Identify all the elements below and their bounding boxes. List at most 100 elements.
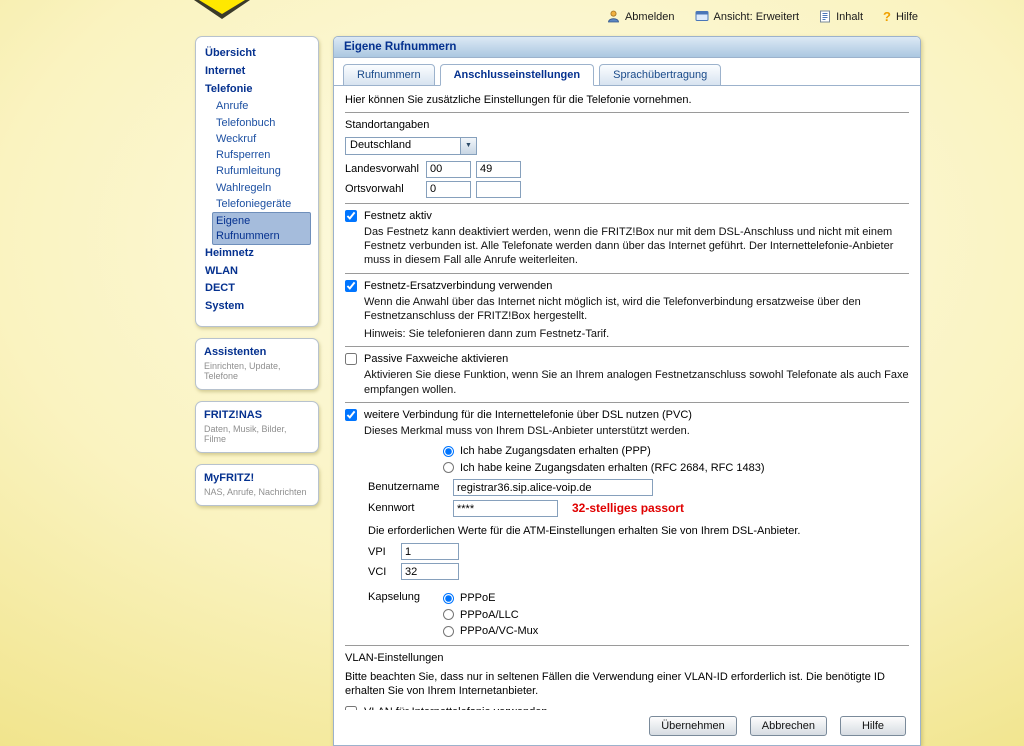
country-select-value: Deutschland (346, 138, 460, 152)
help-label: Hilfe (896, 11, 918, 23)
access-rfc-row: Ich habe keine Zugangsdaten erhalten (RF… (443, 461, 909, 475)
content-link[interactable]: Inhalt (819, 10, 863, 23)
kapselung-pppoa-llc-radio[interactable] (443, 609, 454, 620)
atm-info-text: Die erforderlichen Werte für die ATM-Ein… (368, 524, 909, 538)
tab-sprachuebertragung[interactable]: Sprachübertragung (599, 64, 721, 86)
kennwort-row: Kennwort 32-stelliges passort (368, 500, 909, 517)
sidebar-item-weckruf[interactable]: Weckruf (203, 131, 311, 147)
sidebar-item-telefoniegeraete[interactable]: Telefoniegeräte (203, 196, 311, 212)
tab-rufnummern[interactable]: Rufnummern (343, 64, 435, 86)
help-link[interactable]: ? Hilfe (883, 10, 918, 23)
main-panel: Eigene Rufnummern Rufnummern Anschlussei… (333, 36, 921, 746)
intro-text: Hier können Sie zusätzliche Einstellunge… (345, 93, 909, 107)
ersatzverbindung-checkbox[interactable] (345, 280, 357, 292)
vpi-input[interactable] (401, 543, 459, 560)
kapselung-row: Kapselung PPPoE PPPoA/LLC PPPoA/VC-Mux (368, 589, 909, 640)
kapselung-pppoa-vcmux-row: PPPoA/VC-Mux (443, 624, 538, 638)
sidebar-item-dect[interactable]: DECT (203, 280, 311, 298)
faxweiche-label: Passive Faxweiche aktivieren (364, 352, 508, 366)
access-ppp-radio[interactable] (443, 446, 454, 457)
vlan-description: Bitte beachten Sie, dass nur in seltenen… (345, 670, 909, 699)
page-layout: Übersicht Internet Telefonie Anrufe Tele… (195, 36, 921, 746)
benutzername-input[interactable] (453, 479, 653, 496)
faxweiche-row: Passive Faxweiche aktivieren (345, 352, 909, 366)
tab-bar: Rufnummern Anschlusseinstellungen Sprach… (334, 58, 920, 86)
ortsvorwahl-input[interactable] (476, 181, 521, 198)
access-rfc-radio[interactable] (443, 462, 454, 473)
festnetz-aktiv-row: Festnetz aktiv (345, 209, 909, 223)
kapselung-pppoa-llc-label: PPPoA/LLC (460, 608, 519, 622)
vpi-row: VPI (368, 543, 909, 560)
landesvorwahl-label: Landesvorwahl (345, 162, 426, 176)
content-icon (819, 10, 831, 23)
festnetz-aktiv-checkbox[interactable] (345, 210, 357, 222)
sidebar-item-wlan[interactable]: WLAN (203, 263, 311, 281)
kennwort-input[interactable] (453, 500, 558, 517)
fritznas-subtitle: Daten, Musik, Bilder, Filme (204, 424, 310, 444)
vpi-label: VPI (368, 545, 401, 559)
assistenten-box[interactable]: Assistenten Einrichten, Update, Telefone (195, 338, 319, 390)
kennwort-label: Kennwort (368, 501, 453, 515)
landesvorwahl-prefix-input[interactable] (426, 161, 471, 178)
divider (345, 645, 909, 646)
access-radio-group: Ich habe Zugangsdaten erhalten (PPP) Ich… (443, 444, 909, 475)
myfritz-title[interactable]: MyFRITZ! (204, 472, 310, 484)
sidebar-item-telefonbuch[interactable]: Telefonbuch (203, 115, 311, 131)
kapselung-pppoe-label: PPPoE (460, 591, 495, 605)
faxweiche-description: Aktivieren Sie diese Funktion, wenn Sie … (364, 368, 909, 397)
sidebar-item-rufumleitung[interactable]: Rufumleitung (203, 163, 311, 179)
ersatzverbindung-label: Festnetz-Ersatzverbindung verwenden (364, 279, 552, 293)
sidebar-item-wahlregeln[interactable]: Wahlregeln (203, 180, 311, 196)
benutzername-row: Benutzername (368, 479, 909, 496)
landesvorwahl-input[interactable] (476, 161, 521, 178)
view-link[interactable]: Ansicht: Erweitert (695, 10, 800, 23)
pvc-checkbox[interactable] (345, 409, 357, 421)
kapselung-pppoe-radio[interactable] (443, 593, 454, 604)
view-label: Ansicht: Erweitert (714, 11, 800, 23)
sidebar-item-telefonie[interactable]: Telefonie (203, 81, 311, 99)
tab-content: Hier können Sie zusätzliche Einstellunge… (334, 86, 920, 710)
chevron-down-icon[interactable]: ▼ (460, 138, 476, 154)
cancel-button[interactable]: Abbrechen (750, 716, 827, 736)
ersatzverbindung-row: Festnetz-Ersatzverbindung verwenden (345, 279, 909, 293)
standortangaben-heading: Standortangaben (345, 118, 909, 132)
logout-icon (607, 10, 620, 23)
myfritz-box[interactable]: MyFRITZ! NAS, Anrufe, Nachrichten (195, 464, 319, 506)
tab-anschlusseinstellungen[interactable]: Anschlusseinstellungen (440, 64, 595, 86)
sidebar-item-system[interactable]: System (203, 298, 311, 316)
ersatzverbindung-description: Wenn die Anwahl über das Internet nicht … (364, 295, 909, 324)
ersatzverbindung-hinweis: Hinweis: Sie telefonieren dann zum Festn… (364, 327, 909, 341)
country-select[interactable]: Deutschland ▼ (345, 137, 477, 155)
sidebar-item-eigene-rufnummern[interactable]: Eigene Rufnummern (212, 212, 311, 245)
topbar: Abmelden Ansicht: Erweitert Inhalt ? Hil… (607, 10, 918, 23)
pvc-description: Dieses Merkmal muss von Ihrem DSL-Anbiet… (364, 424, 909, 438)
faxweiche-checkbox[interactable] (345, 353, 357, 365)
apply-button[interactable]: Übernehmen (649, 716, 737, 736)
sidebar-item-heimnetz[interactable]: Heimnetz (203, 245, 311, 263)
logout-link[interactable]: Abmelden (607, 10, 675, 23)
help-button[interactable]: Hilfe (840, 716, 906, 736)
kapselung-pppoe-row: PPPoE (443, 591, 538, 605)
ortsvorwahl-label: Ortsvorwahl (345, 182, 426, 196)
logout-label: Abmelden (625, 11, 675, 23)
sidebar-nav: Übersicht Internet Telefonie Anrufe Tele… (195, 36, 319, 327)
landesvorwahl-row: Landesvorwahl (345, 161, 909, 178)
divider (345, 273, 909, 274)
fritznas-box[interactable]: FRITZ!NAS Daten, Musik, Bilder, Filme (195, 401, 319, 453)
kapselung-pppoa-vcmux-radio[interactable] (443, 626, 454, 637)
fritz-logo-fragment-inner (199, 0, 245, 14)
sidebar-item-anrufe[interactable]: Anrufe (203, 98, 311, 114)
sidebar-item-uebersicht[interactable]: Übersicht (203, 45, 311, 63)
kapselung-pppoa-vcmux-label: PPPoA/VC-Mux (460, 624, 538, 638)
sidebar-item-internet[interactable]: Internet (203, 63, 311, 81)
content-label: Inhalt (836, 11, 863, 23)
divider (345, 203, 909, 204)
fritznas-title[interactable]: FRITZ!NAS (204, 409, 310, 421)
vci-input[interactable] (401, 563, 459, 580)
sidebar-item-rufsperren[interactable]: Rufsperren (203, 147, 311, 163)
page-title: Eigene Rufnummern (334, 37, 920, 58)
ortsvorwahl-row: Ortsvorwahl (345, 181, 909, 198)
access-ppp-label: Ich habe Zugangsdaten erhalten (PPP) (460, 444, 651, 458)
ortsvorwahl-prefix-input[interactable] (426, 181, 471, 198)
assistenten-title[interactable]: Assistenten (204, 346, 310, 358)
